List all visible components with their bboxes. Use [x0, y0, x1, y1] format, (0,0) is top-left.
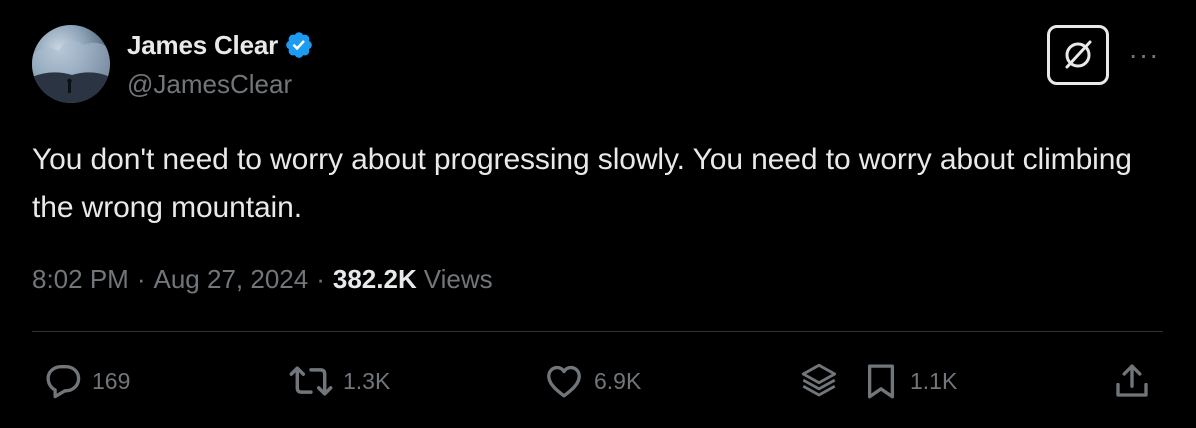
layers-icon [801, 363, 837, 397]
tweet-time[interactable]: 8:02 PM [32, 264, 129, 295]
tweet-date[interactable]: Aug 27, 2024 [154, 264, 309, 295]
avatar[interactable] [32, 25, 110, 103]
more-icon: ··· [1128, 39, 1160, 70]
divider [32, 331, 1163, 332]
grok-button[interactable] [1047, 25, 1109, 85]
tweet-text: You don't need to worry about progressin… [32, 143, 1132, 224]
bookmark-icon [867, 364, 895, 399]
author-handle[interactable]: @JamesClear [127, 69, 292, 100]
views-count[interactable]: 382.2K [333, 264, 417, 295]
avatar-image [32, 41, 110, 103]
bookmark-count: 1.1K [910, 367, 958, 394]
meta-separator: · [136, 264, 146, 294]
verified-badge-icon [286, 32, 312, 58]
share-button[interactable] [1110, 358, 1154, 404]
reply-icon [46, 364, 81, 399]
reply-button[interactable]: 169 [42, 358, 130, 404]
meta-separator: · [316, 264, 325, 294]
action-bar: 169 1.3K 6.9K 1.1K [0, 358, 1196, 404]
author-name-row[interactable]: James Clear [127, 30, 314, 60]
bookmark-button[interactable]: 1.1K [860, 358, 957, 404]
share-icon [1116, 364, 1148, 397]
reply-count: 169 [92, 367, 131, 394]
author-display-name[interactable]: James Clear [127, 30, 278, 61]
repost-count: 1.3K [343, 367, 391, 394]
like-count: 6.9K [594, 367, 642, 394]
more-options-button[interactable]: ··· [1124, 39, 1164, 70]
grok-stack-button[interactable] [798, 358, 840, 404]
repost-button[interactable]: 1.3K [287, 358, 390, 404]
grok-icon [1065, 40, 1092, 69]
like-button[interactable]: 6.9K [542, 358, 641, 404]
heart-icon [547, 365, 581, 398]
tweet-meta: 8:02 PM · Aug 27, 2024 · 382.2K Views [32, 264, 493, 295]
tweet-card: James Clear @JamesClear ··· You don't ne… [0, 0, 1196, 428]
repost-icon [289, 366, 333, 396]
views-label: Views [423, 264, 493, 294]
